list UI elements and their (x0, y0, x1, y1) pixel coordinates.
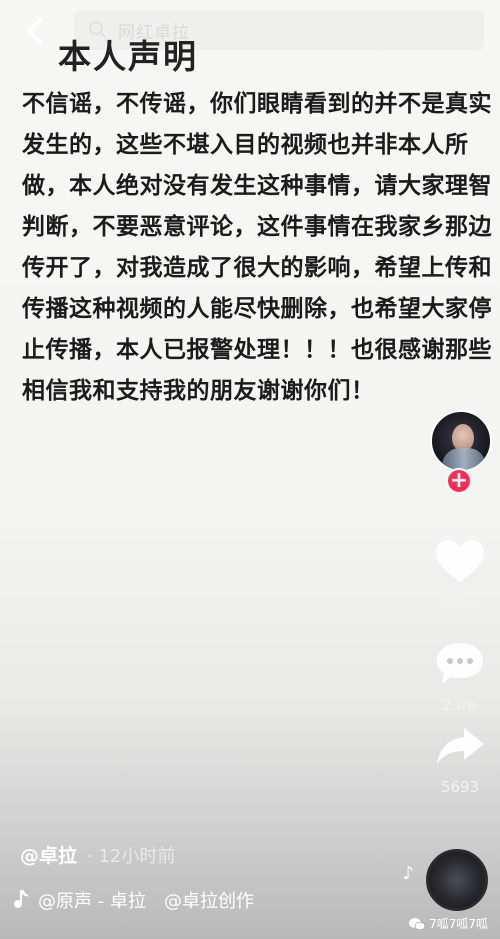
share-count: 5693 (440, 778, 480, 796)
sound-line[interactable]: @原声 - 卓拉 @卓拉创作 (14, 887, 254, 913)
music-note-icon (14, 890, 28, 908)
share-button[interactable]: 5693 (428, 724, 492, 796)
author-name[interactable]: @卓拉 (20, 845, 77, 867)
comment-button[interactable]: 2.0w (428, 640, 492, 714)
music-disc[interactable] (426, 849, 488, 911)
author-line: @卓拉 · 12小时前 (20, 841, 175, 868)
mention: @卓拉创作 (163, 891, 254, 912)
watermark-text: 7呱7呱7呱 (429, 917, 488, 931)
follow-button[interactable]: + (446, 468, 472, 494)
author-avatar[interactable] (430, 410, 492, 472)
comment-count: 2.0w (441, 696, 479, 714)
watermark: 7呱7呱7呱 (409, 915, 488, 932)
post-time: · 12小时前 (87, 846, 176, 867)
video-info: @卓拉 · 12小时前 @原声 - 卓拉 @卓拉创作 ♪ 7呱7呱7呱 (0, 829, 500, 939)
like-button[interactable]: 2.4w (428, 538, 492, 612)
comment-icon (437, 643, 483, 683)
wechat-icon (409, 917, 426, 930)
back-icon (27, 17, 43, 45)
statement-text: 不信谣，不传谣，你们眼睛看到的并不是真实发生的，这些不堪入目的视频也并非本人所做… (22, 84, 492, 412)
floating-note-icon: ♪ (402, 863, 415, 884)
like-count: 2.4w (441, 594, 479, 612)
statement-body: 不信谣，不传谣，你们眼睛看到的并不是真实发生的，这些不堪入目的视频也并非本人所做… (22, 91, 492, 404)
back-button[interactable] (18, 14, 52, 48)
sound-name: @原声 - 卓拉 (38, 891, 146, 912)
page-title: 本人声明 (58, 37, 198, 76)
heart-icon (436, 540, 484, 582)
share-icon (437, 728, 484, 764)
